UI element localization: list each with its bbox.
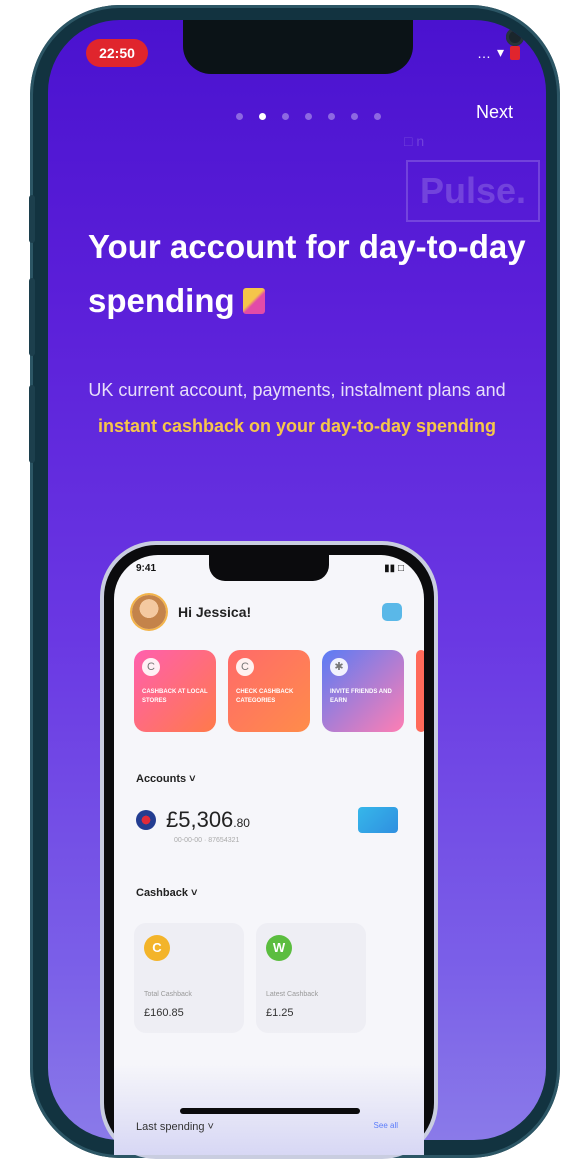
page-dot[interactable] (374, 113, 381, 120)
headline-text: Your account for day-to-day spending (88, 228, 526, 319)
merchant-logo-icon: W (266, 935, 292, 961)
volume-up-button (29, 278, 35, 356)
promo-card-text: INVITE FRIENDS AND EARN (330, 689, 392, 704)
battery-icon (510, 45, 520, 60)
page-dot-active[interactable] (259, 113, 266, 120)
preview-notch (209, 555, 329, 581)
cashback-value: £160.85 (144, 1007, 184, 1019)
bank-card-icon (358, 807, 398, 833)
promo-card-text: CHECK CASHBACK CATEGORIES (236, 689, 294, 704)
status-icons: … ▾ (477, 44, 520, 61)
subtitle-plain: UK current account, payments, instalment… (88, 380, 506, 400)
promo-card: ✱ INVITE FRIENDS AND EARN (322, 650, 404, 732)
app-preview-phone: 9:41 ▮▮ □ Hi Jessica! C CASHBACK AT LOCA… (104, 545, 434, 1155)
subtitle-highlight: instant cashback on your day-to-day spen… (97, 416, 497, 436)
preview-time: 9:41 (136, 563, 157, 574)
cashback-card: C Total Cashback £160.85 (134, 923, 244, 1033)
cashback-coin-icon: C (144, 935, 170, 961)
page-dot[interactable] (282, 113, 289, 120)
notch (183, 20, 524, 74)
promo-card-icon: ✱ (330, 658, 348, 676)
see-all-link: See all (373, 1121, 398, 1130)
greeting-text: Hi Jessica! (178, 604, 252, 620)
signal-icon: … (476, 44, 491, 61)
wifi-icon: ▾ (496, 44, 504, 60)
cashback-card: W Latest Cashback £1.25 (256, 923, 366, 1033)
cashback-label: Latest Cashback (266, 991, 319, 998)
next-button[interactable]: Next (476, 102, 546, 123)
shopping-bag-icon (242, 288, 265, 314)
cashback-label: Total Cashback (144, 991, 192, 998)
home-indicator[interactable] (180, 1108, 360, 1114)
cashback-value: £1.25 (266, 1007, 294, 1019)
page-dot[interactable] (328, 113, 335, 120)
headline: Your account for day-to-day spending (88, 220, 528, 328)
app-preview-screen: 9:41 ▮▮ □ Hi Jessica! C CASHBACK AT LOCA… (114, 555, 424, 1155)
fade-overlay (114, 1025, 424, 1155)
brand-watermark: Pulse. (406, 160, 540, 222)
cashback-section-title: Cashback ˅ (136, 887, 198, 899)
uk-flag-icon (136, 810, 156, 830)
promo-card-text: CASHBACK AT LOCAL STORES (142, 689, 208, 704)
promo-card-icon: C (142, 658, 160, 676)
promo-cards: C CASHBACK AT LOCAL STORES C CHECK CASHB… (134, 650, 424, 732)
promo-card: C CHECK CASHBACK CATEGORIES (228, 650, 310, 732)
status-time: 22:50 (86, 39, 148, 67)
last-spending-title: Last spending ˅ (136, 1121, 214, 1133)
page-dot[interactable] (351, 113, 358, 120)
page-dot[interactable] (305, 113, 312, 120)
volume-down-button (29, 385, 35, 463)
mute-switch (29, 195, 35, 243)
promo-card-partial (416, 650, 424, 732)
account-balance: £5,306.80 (166, 807, 250, 833)
watermark-small: □ n (404, 133, 425, 149)
subtitle: UK current account, payments, instalment… (78, 372, 516, 444)
promo-card-icon: C (236, 658, 254, 676)
notification-icon (382, 603, 402, 621)
balance-main: £5,306 (166, 807, 234, 832)
greeting-row: Hi Jessica! (132, 595, 251, 629)
account-details: 00-00-00 · 87654321 (174, 837, 240, 844)
balance-pence: .80 (233, 816, 250, 830)
preview-status-icons: ▮▮ □ (384, 563, 404, 574)
page-indicator (236, 113, 381, 120)
promo-card: C CASHBACK AT LOCAL STORES (134, 650, 216, 732)
avatar (132, 595, 166, 629)
accounts-section-title: Accounts ˅ (136, 773, 196, 785)
page-dot[interactable] (236, 113, 243, 120)
account-row: £5,306.80 (136, 807, 250, 833)
